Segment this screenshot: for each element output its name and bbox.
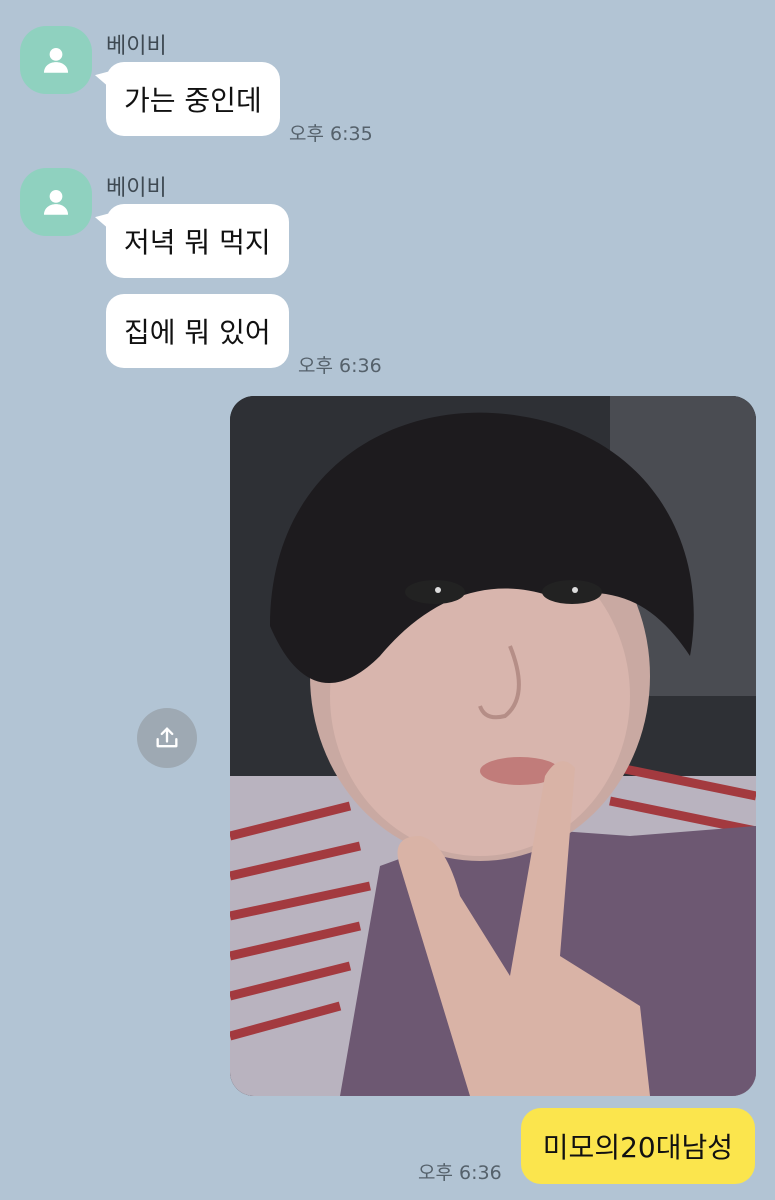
message-time: 오후 6:35 bbox=[289, 123, 373, 145]
person-icon bbox=[43, 47, 69, 73]
sender-name: 베이비 bbox=[106, 176, 167, 201]
contact-avatar[interactable] bbox=[20, 26, 92, 94]
share-button[interactable] bbox=[137, 708, 197, 768]
message-bubble[interactable]: 집에 뭐 있어 bbox=[106, 294, 289, 368]
share-icon bbox=[156, 727, 178, 748]
message-time: 오후 6:36 bbox=[298, 355, 382, 377]
message-time: 오후 6:36 bbox=[418, 1162, 502, 1184]
person-icon bbox=[43, 189, 69, 215]
sender-name: 베이비 bbox=[106, 34, 167, 59]
shared-photo[interactable] bbox=[230, 396, 756, 1096]
my-message-bubble[interactable]: 미모의20대남성 bbox=[520, 1108, 755, 1184]
chat-room: 베이비 가는 중인데 오후 6:35 베이비 저녁 뭐 먹지 집에 뭐 있어 오… bbox=[0, 0, 775, 1200]
contact-avatar[interactable] bbox=[20, 168, 92, 236]
selfie-photo-placeholder bbox=[230, 396, 756, 1096]
message-bubble[interactable]: 가는 중인데 bbox=[106, 62, 280, 136]
message-bubble[interactable]: 저녁 뭐 먹지 bbox=[106, 204, 289, 278]
